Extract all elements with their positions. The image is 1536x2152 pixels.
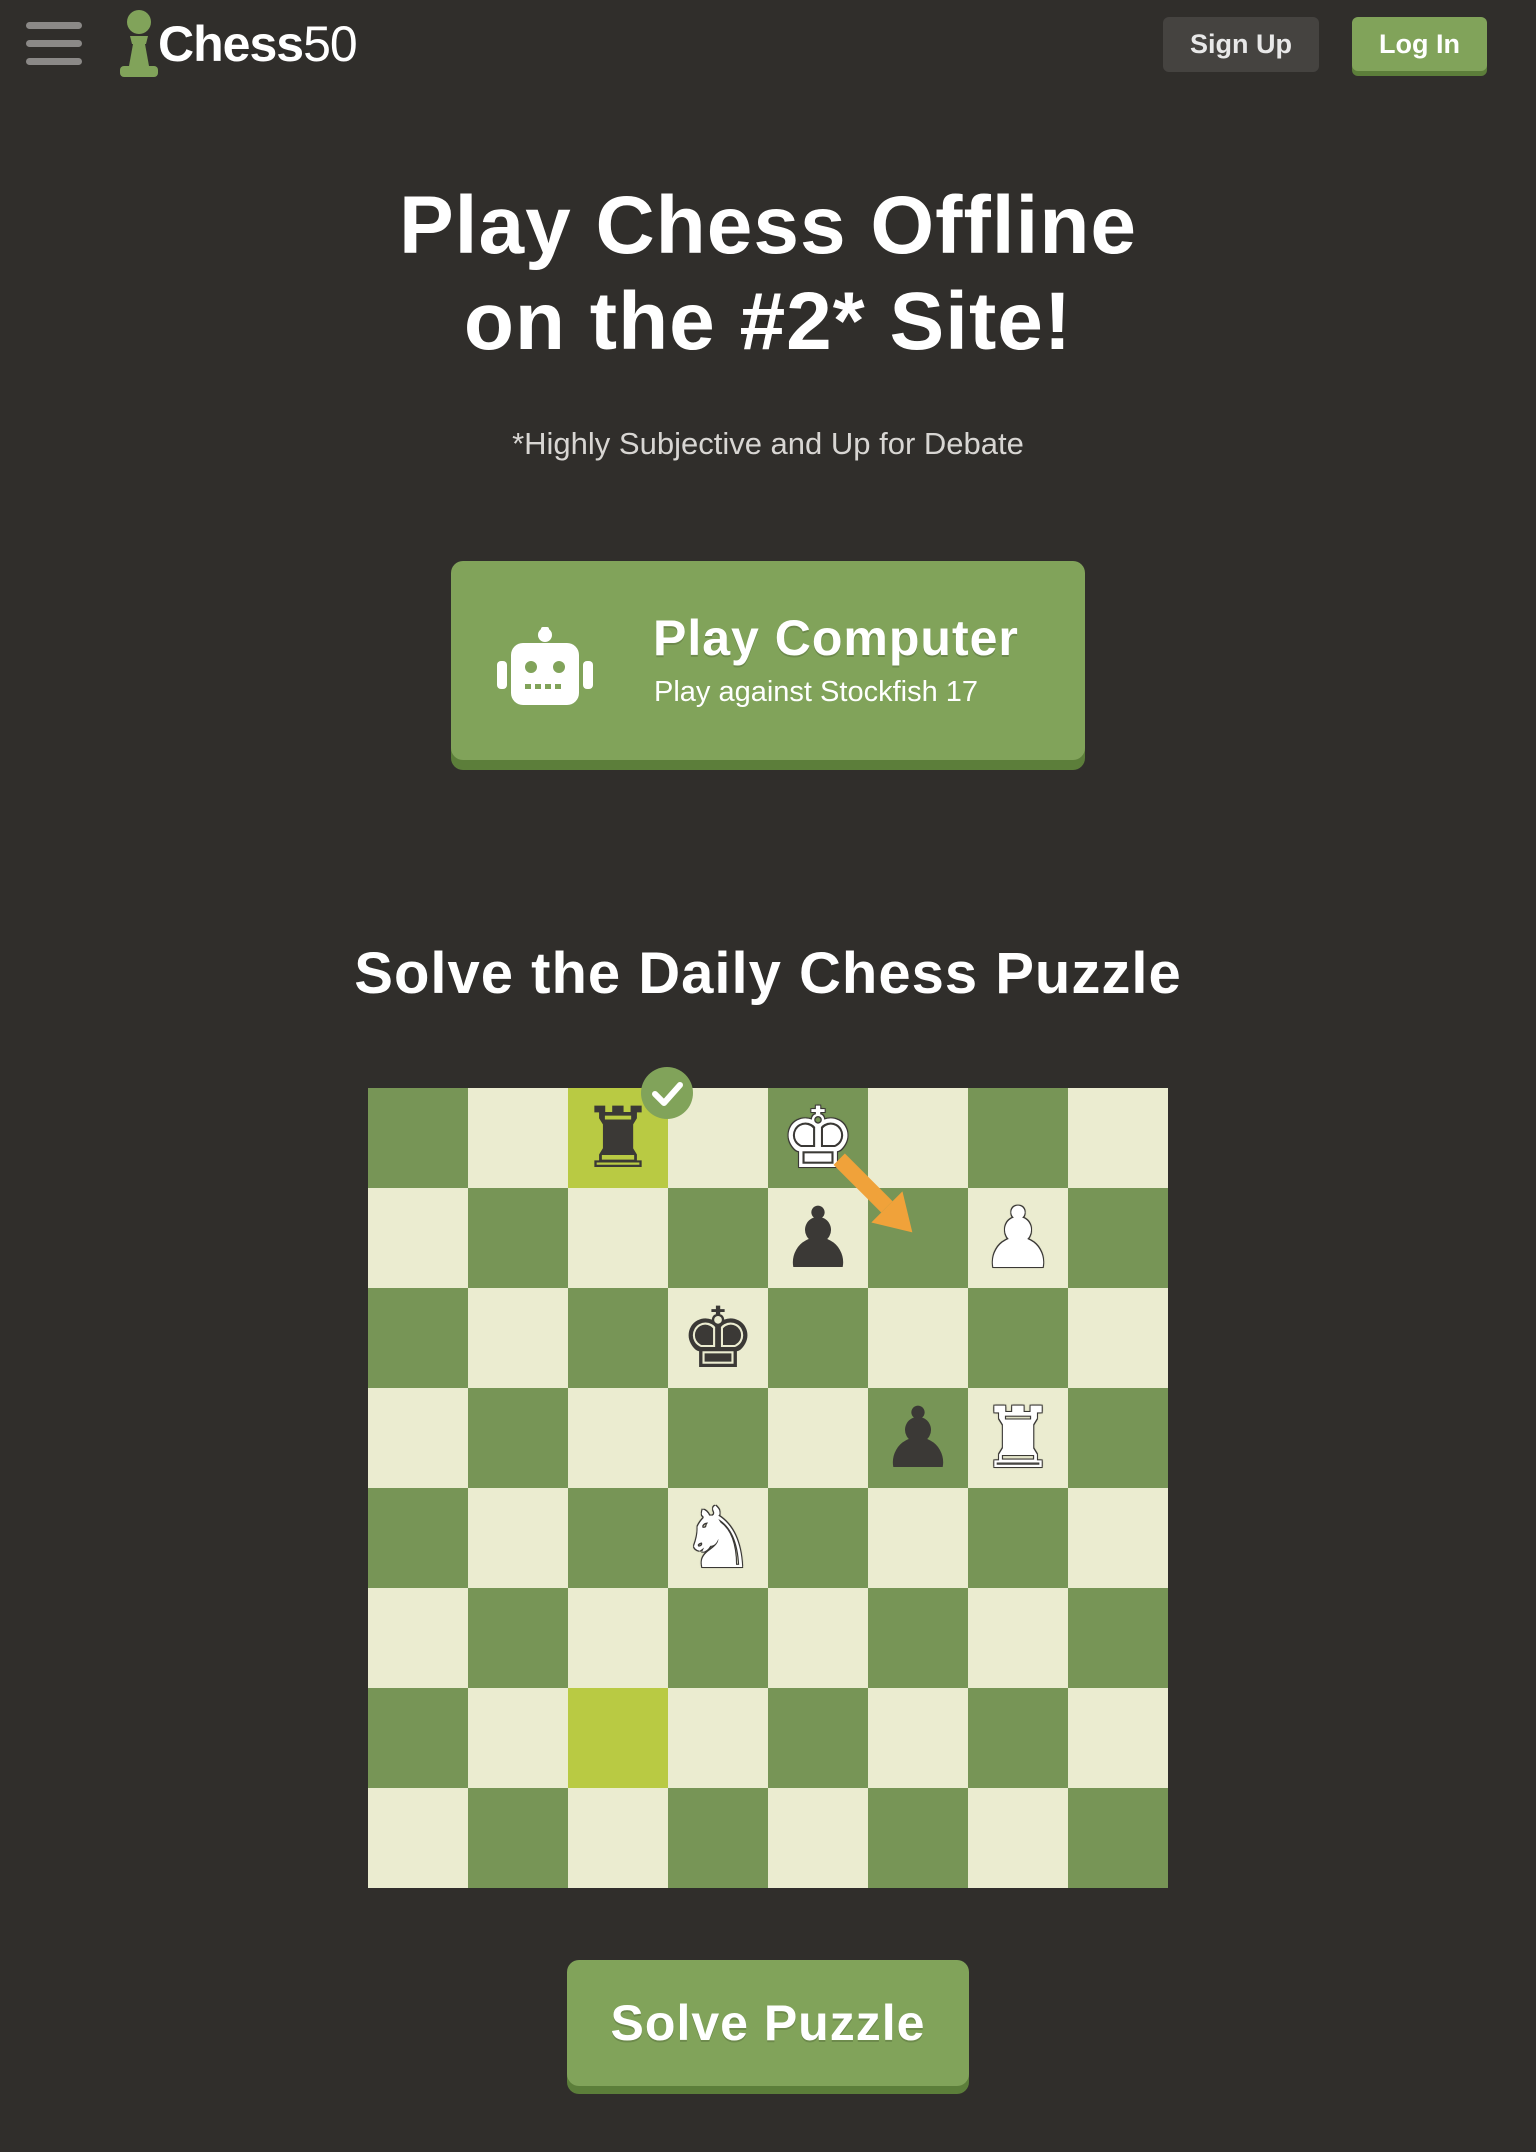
square-b1[interactable] [468,1788,568,1888]
square-g7[interactable]: ♟ [968,1188,1068,1288]
logo-text-number: 50 [303,16,358,72]
white-rook-piece[interactable]: ♜ [968,1388,1068,1488]
square-h5[interactable] [1068,1388,1168,1488]
square-e4[interactable] [768,1488,868,1588]
square-e2[interactable] [768,1688,868,1788]
square-a1[interactable] [368,1788,468,1888]
site-logo[interactable]: Chess50 [116,8,358,80]
square-e1[interactable] [768,1788,868,1888]
square-a6[interactable] [368,1288,468,1388]
square-e6[interactable] [768,1288,868,1388]
square-b6[interactable] [468,1288,568,1388]
square-f2[interactable] [868,1688,968,1788]
solve-puzzle-button[interactable]: Solve Puzzle [567,1960,969,2086]
square-g1[interactable] [968,1788,1068,1888]
square-b8[interactable] [468,1088,568,1188]
square-d6[interactable]: ♚ [668,1288,768,1388]
square-d3[interactable] [668,1588,768,1688]
square-h2[interactable] [1068,1688,1168,1788]
square-g4[interactable] [968,1488,1068,1588]
square-e5[interactable] [768,1388,868,1488]
puzzle-title: Solve the Daily Chess Puzzle [354,941,1182,1006]
square-c4[interactable] [568,1488,668,1588]
square-f6[interactable] [868,1288,968,1388]
square-a2[interactable] [368,1688,468,1788]
square-c2[interactable] [568,1688,668,1788]
square-g8[interactable] [968,1088,1068,1188]
square-a4[interactable] [368,1488,468,1588]
square-g6[interactable] [968,1288,1068,1388]
black-pawn-piece[interactable]: ♟ [768,1188,868,1288]
square-b3[interactable] [468,1588,568,1688]
square-c6[interactable] [568,1288,668,1388]
square-a5[interactable] [368,1388,468,1488]
logo-text: Chess50 [158,8,358,80]
square-f1[interactable] [868,1788,968,1888]
square-d4[interactable]: ♞ [668,1488,768,1588]
square-g3[interactable] [968,1588,1068,1688]
square-h4[interactable] [1068,1488,1168,1588]
square-h3[interactable] [1068,1588,1168,1688]
white-pawn-piece[interactable]: ♟ [968,1188,1068,1288]
square-e3[interactable] [768,1588,868,1688]
square-c7[interactable] [568,1188,668,1288]
play-computer-button[interactable]: Play Computer Play against Stockfish 17 [451,561,1085,760]
play-computer-subtitle: Play against Stockfish 17 [654,676,979,708]
square-h8[interactable] [1068,1088,1168,1188]
square-b5[interactable] [468,1388,568,1488]
square-h6[interactable] [1068,1288,1168,1388]
square-a7[interactable] [368,1188,468,1288]
robot-icon [497,627,593,709]
square-d2[interactable] [668,1688,768,1788]
square-b2[interactable] [468,1688,568,1788]
square-f4[interactable] [868,1488,968,1588]
black-king-piece[interactable]: ♚ [668,1288,768,1388]
top-bar: Chess50 Sign Up Log In [0,0,1536,90]
square-g5[interactable]: ♜ [968,1388,1068,1488]
white-knight-piece[interactable]: ♞ [668,1488,768,1588]
square-b7[interactable] [468,1188,568,1288]
square-f8[interactable] [868,1088,968,1188]
square-d1[interactable] [668,1788,768,1888]
hero-subtitle: *Highly Subjective and Up for Debate [512,426,1024,461]
white-king-piece[interactable]: ♚ [768,1088,868,1188]
square-f7[interactable] [868,1188,968,1288]
square-a8[interactable] [368,1088,468,1188]
pawn-icon [116,8,162,80]
log-in-button[interactable]: Log In [1352,17,1487,71]
play-computer-title: Play Computer [653,610,1019,666]
black-pawn-piece[interactable]: ♟ [868,1388,968,1488]
square-c3[interactable] [568,1588,668,1688]
square-b4[interactable] [468,1488,568,1588]
square-d7[interactable] [668,1188,768,1288]
square-a3[interactable] [368,1588,468,1688]
board-grid: ♜ ♚ ♟ ♟ ♚ ♟ ♜ ♞ [368,1088,1168,1888]
hero-title-line-1: Play Chess Offline [398,180,1138,271]
checkmark-icon [640,1066,694,1120]
square-d5[interactable] [668,1388,768,1488]
hamburger-menu-icon[interactable] [26,20,82,68]
logo-text-bold: Chess [158,16,304,72]
square-g2[interactable] [968,1688,1068,1788]
square-f3[interactable] [868,1588,968,1688]
square-h7[interactable] [1068,1188,1168,1288]
square-c5[interactable] [568,1388,668,1488]
square-e8[interactable]: ♚ [768,1088,868,1188]
square-h1[interactable] [1068,1788,1168,1888]
hero-title-line-2: on the #2* Site! [463,276,1073,367]
chess-board[interactable]: ♜ ♚ ♟ ♟ ♚ ♟ ♜ ♞ [368,1088,1168,1888]
hero-title: Play Chess Offline on the #2* Site! [0,178,1536,370]
square-c1[interactable] [568,1788,668,1888]
square-e7[interactable]: ♟ [768,1188,868,1288]
sign-up-button[interactable]: Sign Up [1163,17,1319,72]
square-f5[interactable]: ♟ [868,1388,968,1488]
